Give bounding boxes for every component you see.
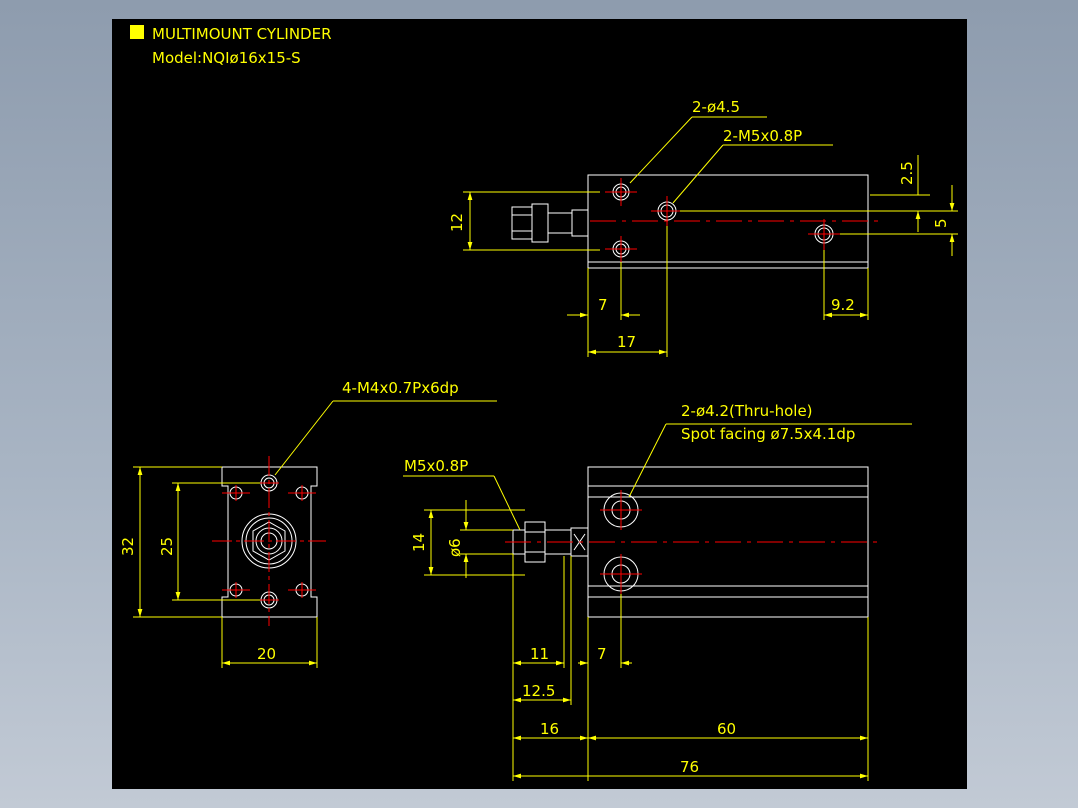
callout-2-dia-4-5: 2-ø4.5 xyxy=(692,98,740,116)
cad-drawing: MULTIMOUNT CYLINDER Model:NQIø16x15-S 2-… xyxy=(119,25,958,781)
dim-end-20: 20 xyxy=(257,645,276,663)
dim-side-14: 14 xyxy=(410,533,428,552)
dim-top-7: 7 xyxy=(598,296,608,314)
dim-top-9-2: 9.2 xyxy=(831,296,855,314)
title-text: MULTIMOUNT CYLINDER xyxy=(152,25,332,43)
dim-top-17: 17 xyxy=(617,333,636,351)
dim-side-16: 16 xyxy=(540,720,559,738)
top-view xyxy=(463,116,958,357)
dim-side-7: 7 xyxy=(597,645,607,663)
model-text: Model:NQIø16x15-S xyxy=(152,49,301,67)
end-view xyxy=(133,400,497,668)
drawing-canvas: MULTIMOUNT CYLINDER Model:NQIø16x15-S 2-… xyxy=(112,19,967,789)
title-marker xyxy=(130,25,144,39)
dim-side-76: 76 xyxy=(680,758,699,776)
dim-top-2-5: 2.5 xyxy=(898,161,916,185)
dim-side-11: 11 xyxy=(530,645,549,663)
callout-2-m5: 2-M5x0.8P xyxy=(723,127,802,145)
dim-top-5: 5 xyxy=(932,218,950,228)
dim-side-12-5: 12.5 xyxy=(522,682,555,700)
callout-m5-thread: M5x0.8P xyxy=(404,457,468,475)
dim-end-25: 25 xyxy=(158,537,176,556)
dim-top-12: 12 xyxy=(448,213,466,232)
callout-thru-hole: 2-ø4.2(Thru-hole) xyxy=(681,402,813,420)
callout-spot-facing: Spot facing ø7.5x4.1dp xyxy=(681,425,855,443)
side-view xyxy=(403,423,912,781)
dim-side-60: 60 xyxy=(717,720,736,738)
callout-4-m4: 4-M4x0.7Px6dp xyxy=(342,379,459,397)
dim-end-32: 32 xyxy=(119,537,137,556)
dim-side-dia-6: ø6 xyxy=(446,538,464,557)
